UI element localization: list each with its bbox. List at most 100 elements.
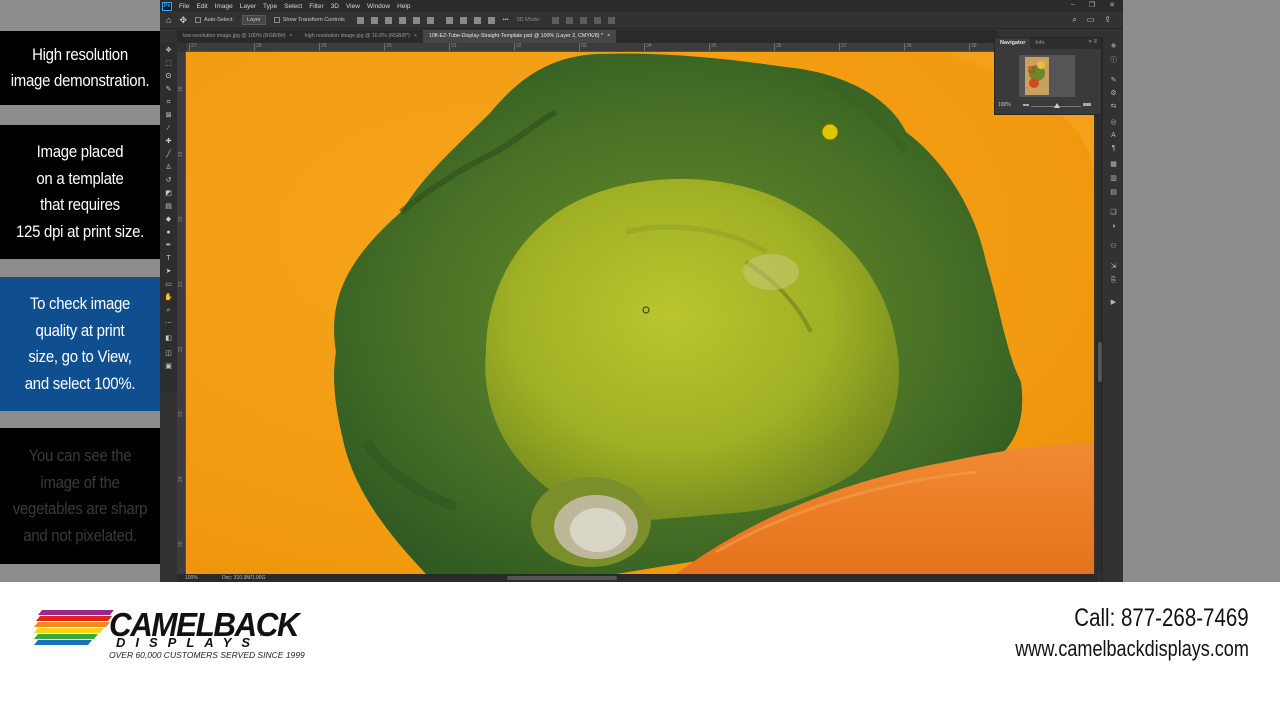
- eyedropper-tool-icon[interactable]: ⁄: [164, 124, 173, 133]
- history-brush-tool-icon[interactable]: ↺: [164, 176, 173, 185]
- move-tool-icon[interactable]: ✥: [164, 46, 173, 55]
- eraser-tool-icon[interactable]: ◩: [164, 189, 173, 198]
- stamp-tool-icon[interactable]: ♙: [164, 163, 173, 172]
- website-link[interactable]: www.camelbackdisplays.com: [1015, 636, 1249, 662]
- align-middle-icon[interactable]: [412, 16, 420, 24]
- align-bottom-icon[interactable]: [426, 16, 434, 24]
- character-icon[interactable]: A: [1109, 132, 1118, 140]
- tab-template[interactable]: 10ft-EZ-Tube-Display-Straight-Template.p…: [422, 30, 617, 43]
- marquee-tool-icon[interactable]: ⬚: [164, 59, 173, 68]
- menu-file[interactable]: File: [179, 3, 189, 10]
- gradient-tool-icon[interactable]: ▤: [164, 202, 173, 211]
- share-icon[interactable]: ⇪: [1104, 15, 1111, 25]
- shape-tool-icon[interactable]: ▭: [164, 280, 173, 289]
- align-center-icon[interactable]: [370, 16, 378, 24]
- quick-select-tool-icon[interactable]: ✎: [164, 85, 173, 94]
- tab-close-icon[interactable]: ×: [607, 33, 610, 39]
- screen-mode-icon[interactable]: ▣: [164, 362, 173, 371]
- distribute-4-icon[interactable]: [487, 16, 495, 24]
- menu-3d[interactable]: 3D: [331, 3, 339, 10]
- type-tool-icon[interactable]: T: [164, 254, 173, 263]
- timeline-icon[interactable]: ⇲: [1109, 263, 1118, 271]
- align-left-icon[interactable]: [356, 16, 364, 24]
- auto-select-dropdown[interactable]: Layer: [241, 15, 266, 25]
- tab-low-resolution[interactable]: low resolution image.jpg @ 100% (RGB/8#)…: [177, 30, 299, 43]
- status-zoom[interactable]: 100%: [185, 574, 198, 582]
- more-options-icon[interactable]: •••: [503, 17, 509, 23]
- color-swatches-icon[interactable]: ◧: [164, 334, 173, 343]
- paths-icon[interactable]: ⚇: [1109, 243, 1118, 251]
- tab-close-icon[interactable]: ×: [290, 33, 293, 39]
- zoom-slider-handle[interactable]: [1054, 103, 1060, 108]
- menu-window[interactable]: Window: [367, 3, 390, 10]
- tab-navigator[interactable]: Navigator: [995, 38, 1031, 49]
- adjustments-icon[interactable]: ▥: [1109, 175, 1118, 183]
- zoom-in-icon[interactable]: [1083, 101, 1091, 106]
- paragraph-icon[interactable]: ¶: [1109, 145, 1118, 153]
- brush-settings-icon[interactable]: ⚙: [1109, 90, 1118, 98]
- more-tools-icon[interactable]: ⋯: [164, 319, 173, 328]
- hand-tool-icon[interactable]: ✋: [164, 293, 173, 302]
- zoom-tool-icon[interactable]: ⌕: [164, 306, 173, 315]
- ruler-tick: 32: [514, 43, 522, 51]
- tab-info[interactable]: Info: [1030, 38, 1049, 49]
- 3d-roll-icon[interactable]: [566, 16, 574, 24]
- menu-image[interactable]: Image: [215, 3, 233, 10]
- 3d-pan-icon[interactable]: [580, 16, 588, 24]
- brush-panel-icon[interactable]: ✎: [1109, 77, 1118, 85]
- blur-tool-icon[interactable]: ◆: [164, 215, 173, 224]
- tab-close-icon[interactable]: ×: [414, 33, 417, 39]
- path-select-tool-icon[interactable]: ➤: [164, 267, 173, 276]
- quick-mask-icon[interactable]: ◫: [164, 349, 173, 358]
- close-button[interactable]: ✕: [1109, 1, 1115, 9]
- 3d-orbit-icon[interactable]: [552, 16, 560, 24]
- 3d-slide-icon[interactable]: [594, 16, 602, 24]
- menu-edit[interactable]: Edit: [196, 3, 207, 10]
- brush-tool-icon[interactable]: ╱: [164, 150, 173, 159]
- layers-icon[interactable]: ❏: [1109, 209, 1118, 217]
- lasso-tool-icon[interactable]: ʘ: [164, 72, 173, 81]
- search-icon[interactable]: ⌕: [1072, 15, 1076, 25]
- 3d-scale-icon[interactable]: [608, 16, 616, 24]
- workspace-icon[interactable]: ▭: [1087, 15, 1095, 25]
- distribute-3-icon[interactable]: [473, 16, 481, 24]
- pen-tool-icon[interactable]: ✒: [164, 241, 173, 250]
- phone-number[interactable]: Call: 877-268-7469: [1075, 604, 1249, 633]
- menu-select[interactable]: Select: [284, 3, 302, 10]
- horizontal-scroll-thumb[interactable]: [507, 576, 617, 580]
- transform-controls-checkbox[interactable]: [273, 17, 280, 23]
- distribute-2-icon[interactable]: [459, 16, 467, 24]
- menu-type[interactable]: Type: [263, 3, 277, 10]
- healing-tool-icon[interactable]: ✚: [164, 137, 173, 146]
- info-panel-icon[interactable]: ⓘ: [1109, 57, 1118, 65]
- navigator-zoom-value[interactable]: 100%: [998, 102, 1011, 108]
- align-top-icon[interactable]: [398, 16, 406, 24]
- swatches-icon[interactable]: ▦: [1109, 161, 1118, 169]
- history-icon[interactable]: ⎘: [1109, 277, 1118, 285]
- menu-view[interactable]: View: [346, 3, 360, 10]
- libraries-icon[interactable]: ▤: [1109, 189, 1118, 197]
- menu-filter[interactable]: Filter: [309, 3, 323, 10]
- align-right-icon[interactable]: [384, 16, 392, 24]
- navigator-panel-icon[interactable]: ✵: [1109, 43, 1118, 51]
- clone-source-icon[interactable]: ⇆: [1109, 103, 1118, 111]
- zoom-out-icon[interactable]: [1023, 102, 1029, 106]
- crop-tool-icon[interactable]: ⌗: [164, 98, 173, 107]
- actions-play-icon[interactable]: ▶: [1109, 299, 1118, 307]
- move-tool-icon[interactable]: ✥: [179, 15, 187, 26]
- frame-tool-icon[interactable]: ⊠: [164, 111, 173, 120]
- document-canvas[interactable]: [186, 52, 1094, 574]
- distribute-1-icon[interactable]: [445, 16, 453, 24]
- minimize-button[interactable]: –: [1071, 1, 1075, 9]
- tab-high-resolution[interactable]: high resolution image.jpg @ 10.6% (RGB/8…: [299, 30, 423, 43]
- menu-help[interactable]: Help: [397, 3, 410, 10]
- restore-button[interactable]: ❐: [1089, 1, 1095, 9]
- menu-layer[interactable]: Layer: [240, 3, 256, 10]
- channels-icon[interactable]: ◑: [1109, 223, 1118, 231]
- home-icon[interactable]: ⌂: [166, 15, 171, 25]
- dodge-tool-icon[interactable]: ●: [164, 228, 173, 237]
- properties-icon[interactable]: ◎: [1109, 119, 1118, 127]
- navigator-thumbnail[interactable]: [1019, 55, 1075, 97]
- auto-select-checkbox[interactable]: [194, 17, 201, 23]
- panel-menu-icon[interactable]: » ≡: [1088, 39, 1097, 45]
